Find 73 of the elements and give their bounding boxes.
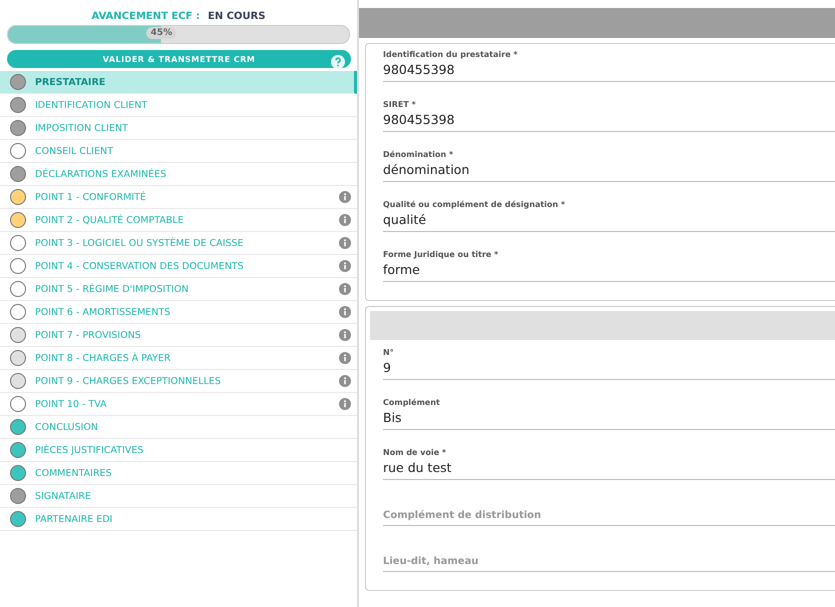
section-label: CONCLUSION (35, 422, 100, 432)
section-label: POINT 6 - AMORTISSEMENTS (35, 306, 172, 318)
section-item[interactable]: COMMENTAIRES (0, 462, 357, 485)
section-label: IDENTIFICATION CLIENT (35, 100, 148, 110)
section-item[interactable]: CONCLUSION (0, 416, 357, 439)
info-icon[interactable] (339, 375, 351, 387)
info-icon[interactable] (339, 329, 351, 341)
input-field[interactable]: Complément de distribution (383, 498, 835, 526)
section-item[interactable]: POINT 1 - CONFORMITÉ (0, 186, 357, 209)
section-label: POINT 9 - CHARGES EXCEPTIONNELLES (35, 376, 222, 386)
section-label: COMMENTAIRES (35, 468, 113, 478)
input-field[interactable]: 980455398 (383, 109, 835, 132)
section-label: POINT 2 - QUALITÉ COMPTABLE (35, 214, 185, 226)
progress-reading: 45% (146, 27, 176, 39)
section-item[interactable]: POINT 3 - LOGICIEL OU SYSTÈME DE CAISSE (0, 232, 357, 255)
section-item[interactable]: IMPOSITION CLIENT (0, 117, 357, 140)
section-item[interactable]: CONSEIL CLIENT (0, 140, 357, 163)
input-field[interactable]: Bis (383, 407, 835, 430)
info-icon[interactable] (339, 352, 351, 364)
section-item[interactable]: PIÈCES JUSTIFICATIVES (0, 439, 357, 462)
section-label: DÉCLARATIONS EXAMINÉES (35, 168, 168, 180)
section-label: SIGNATAIRE (35, 490, 92, 502)
field-label: SIRET * (383, 100, 417, 109)
section-item[interactable]: POINT 7 - PROVISIONS (0, 324, 357, 347)
section-label: POINT 4 - CONSERVATION DES DOCUMENTS (35, 260, 245, 272)
section-label: POINT 3 - LOGICIEL OU SYSTÈME DE CAISSE (35, 238, 244, 248)
info-icon[interactable] (339, 283, 351, 295)
section-label: PARTENAIRE EDI (35, 514, 114, 524)
section-item[interactable]: POINT 6 - AMORTISSEMENTS (0, 301, 357, 324)
field-label: Nom de voie * (383, 448, 448, 457)
info-icon[interactable] (339, 260, 351, 272)
section-item[interactable]: DÉCLARATIONS EXAMINÉES (0, 163, 357, 186)
section-item[interactable]: POINT 4 - CONSERVATION DES DOCUMENTS (0, 255, 357, 278)
input-field[interactable]: forme (383, 259, 835, 282)
field-label: N° (383, 348, 395, 357)
section-item[interactable]: POINT 8 - CHARGES À PAYER (0, 347, 357, 370)
section-label: PRESTATAIRE (35, 76, 106, 88)
field-label: Complément (383, 398, 441, 407)
input-field[interactable]: 9 (383, 357, 835, 380)
section-label: POINT 5 - RÉGIME D'IMPOSITION (35, 284, 190, 294)
help-icon[interactable] (331, 55, 345, 69)
info-icon[interactable] (339, 306, 351, 318)
section-item[interactable]: POINT 10 - TVA (0, 393, 357, 416)
progress-label: AVANCEMENT ECF : (92, 11, 200, 22)
section-item[interactable]: IDENTIFICATION CLIENT (0, 94, 357, 117)
section-label: CONSEIL CLIENT (35, 146, 114, 156)
section-item[interactable]: POINT 2 - QUALITÉ COMPTABLE (0, 209, 357, 232)
section-label: IMPOSITION CLIENT (35, 122, 129, 134)
info-icon[interactable] (339, 191, 351, 203)
section-label: PIÈCES JUSTIFICATIVES (35, 444, 144, 456)
section-item[interactable]: POINT 5 - RÉGIME D'IMPOSITION (0, 278, 357, 301)
validate-button[interactable]: VALIDER & TRANSMETTRE CRM (7, 50, 351, 68)
info-icon[interactable] (339, 398, 351, 410)
field-label: Identification du prestataire * (383, 50, 519, 59)
section-item[interactable]: POINT 9 - CHARGES EXCEPTIONNELLES (0, 370, 357, 393)
section-item[interactable]: SIGNATAIRE (0, 485, 357, 508)
section-item[interactable]: PARTENAIRE EDI (0, 508, 357, 531)
section-label: POINT 10 - TVA (35, 398, 108, 410)
input-field[interactable]: Lieu-dit, hameau (383, 544, 835, 572)
input-field[interactable]: qualité (383, 209, 835, 232)
info-icon[interactable] (339, 237, 351, 249)
input-field[interactable]: dénomination (383, 159, 835, 182)
field-label: Dénomination * (383, 150, 454, 159)
field-label: Forme Juridique ou titre * (383, 250, 500, 259)
section-item[interactable]: PRESTATAIRE (0, 71, 357, 94)
progress-status: EN COURS (208, 11, 266, 22)
field-label: Qualité ou complément de désignation * (383, 200, 566, 209)
info-icon[interactable] (339, 214, 351, 226)
section-label: POINT 8 - CHARGES À PAYER (35, 352, 172, 364)
input-field[interactable]: 980455398 (383, 59, 835, 82)
section-label: POINT 1 - CONFORMITÉ (35, 192, 148, 202)
input-field[interactable]: rue du test (383, 457, 835, 480)
section-label: POINT 7 - PROVISIONS (35, 330, 142, 340)
